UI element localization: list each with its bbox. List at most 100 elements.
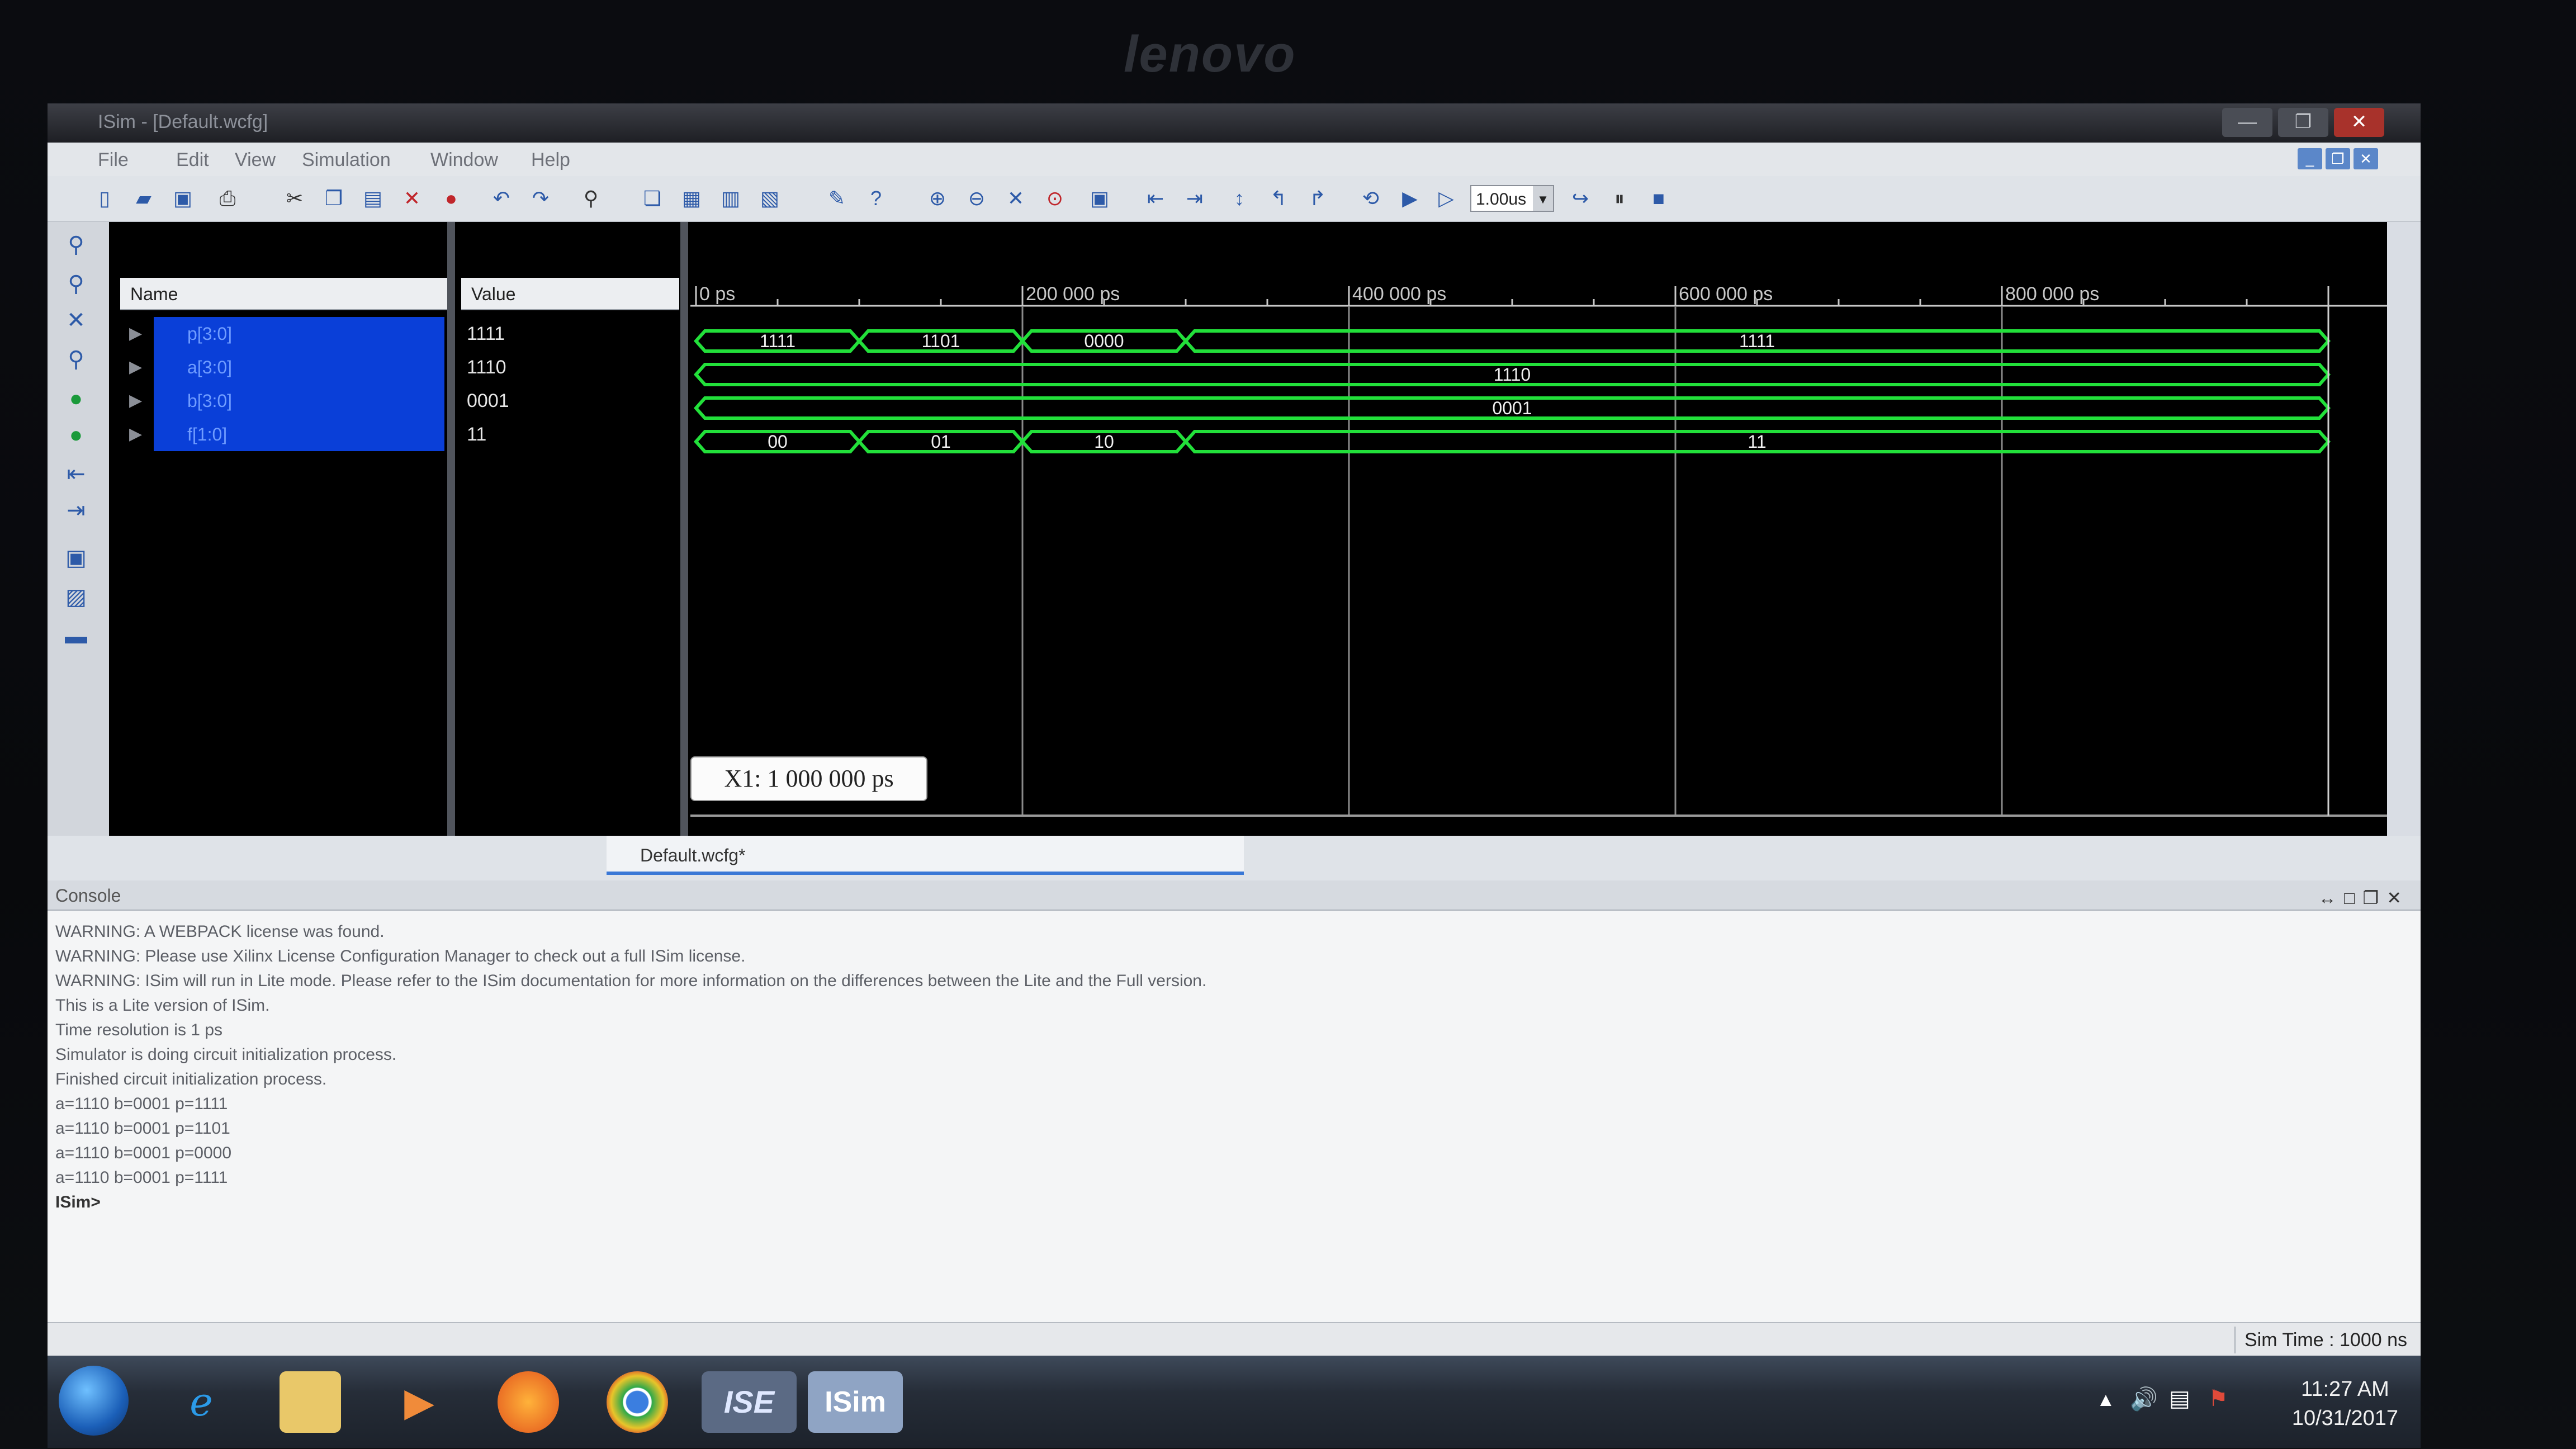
action-center-flag-icon[interactable]: ⚑ [2208,1386,2228,1412]
run-for-icon[interactable]: ▷ [1434,186,1459,211]
mdi-restore-icon[interactable]: ❐ [2326,148,2350,169]
bus-value-label: 11 [1748,432,1766,452]
new-file-icon[interactable]: ▯ [92,186,117,211]
cursor-time-tooltip: X1: 1 000 000 ps [690,756,927,801]
run-all-icon[interactable]: ▶ [1398,186,1422,211]
prev-edge-icon[interactable]: ⇤ [61,460,91,489]
console-output[interactable]: WARNING: A WEBPACK license was found. WA… [55,920,2403,1215]
window-cascade-icon[interactable]: ❏ [640,186,665,211]
window-arrange-icon[interactable]: ▧ [757,186,782,211]
console-window-controls[interactable]: ↔□❐✕ [2318,883,2409,913]
console-line: a=1110 b=0001 p=0000 [55,1144,232,1162]
next-edge-icon[interactable]: ⇥ [61,496,91,525]
expand-arrow-icon[interactable]: ▶ [129,324,142,343]
tab-default-wcfg[interactable]: Default.wcfg* [607,836,1244,875]
media-player-icon[interactable]: ▶ [389,1371,450,1433]
firefox-icon[interactable] [498,1371,559,1433]
zoom-fit-icon[interactable]: ✕ [1003,186,1028,211]
redo-icon[interactable]: ↷ [528,186,553,211]
waveform-plot[interactable]: 0 ps 200 000 ps 400 000 ps 600 000 ps 800 00… [690,222,2387,826]
find-icon[interactable]: ⚲ [579,186,603,211]
restart-icon[interactable]: ⟲ [1358,186,1383,211]
bus-value-label: 00 [768,432,788,452]
stop-icon[interactable]: ● [439,186,463,211]
pane-splitter[interactable] [680,222,688,887]
break-icon[interactable]: ■ [1646,186,1671,211]
step-icon[interactable]: ↪ [1568,186,1593,211]
console-prompt[interactable]: ISim> [55,1190,2403,1215]
console-title: Console [55,886,121,906]
snap-icon[interactable]: ▣ [61,543,91,572]
menu-window[interactable]: Window [430,149,498,171]
prev-marker-icon[interactable]: ↰ [1266,186,1291,211]
zoom-cursor-icon[interactable]: ⊙ [1043,186,1067,211]
zoom-full-icon[interactable]: ▣ [1087,186,1112,211]
next-transition-icon[interactable]: ⇥ [1182,186,1207,211]
signal-row[interactable]: ▶ a[3:0] [120,351,456,384]
add-marker-icon[interactable]: ↕ [1227,186,1252,211]
menu-edit[interactable]: Edit [176,149,209,171]
zoom-in-icon[interactable]: ⊕ [925,186,950,211]
go-start-icon[interactable]: ● [61,384,91,413]
wrench-icon[interactable]: ✎ [825,186,849,211]
next-marker-icon[interactable]: ↱ [1305,186,1330,211]
value-column-header[interactable]: Value [461,278,679,310]
menu-view[interactable]: View [235,149,276,171]
expand-arrow-icon[interactable]: ▶ [129,391,142,410]
menu-simulation[interactable]: Simulation [302,149,391,171]
network-icon[interactable]: ▤ [2169,1386,2190,1412]
mdi-close-icon[interactable]: ✕ [2354,148,2378,169]
cut-icon[interactable]: ✂ [282,186,307,211]
window-split-icon[interactable]: ▥ [718,186,743,211]
menu-bar: File Edit View Simulation Window Help _ … [48,143,2421,176]
close-button[interactable]: ✕ [2334,108,2384,137]
save-icon[interactable]: ▣ [171,186,195,211]
signal-name: f[1:0] [187,424,228,444]
pause-icon[interactable]: ⏸ [1607,186,1632,211]
start-button[interactable] [59,1366,129,1436]
zoom-out-icon[interactable]: ⊖ [964,186,989,211]
swap-cursor-icon[interactable]: ▨ [61,583,91,612]
minimize-button[interactable]: — [2222,108,2272,137]
paste-icon[interactable]: ▤ [361,186,385,211]
run-time-select[interactable]: 1.00us ▼ [1470,185,1554,212]
internet-explorer-icon[interactable]: ℯ [171,1371,232,1433]
help-pointer-icon[interactable]: ? [864,186,888,211]
name-column-header[interactable]: Name [120,278,450,310]
expand-arrow-icon[interactable]: ▶ [129,424,142,444]
signal-row[interactable]: ▶ f[1:0] [120,418,456,451]
pane-splitter[interactable] [447,222,455,887]
console-line: Finished circuit initialization process. [55,1070,327,1088]
prev-transition-icon[interactable]: ⇤ [1143,186,1168,211]
volume-icon[interactable]: 🔊 [2130,1386,2158,1412]
file-explorer-icon[interactable] [280,1371,341,1433]
zoom-cursor-side-icon[interactable]: ⚲ [61,345,91,374]
undo-icon[interactable]: ↶ [489,186,514,211]
signal-row[interactable]: ▶ b[3:0] [120,384,456,418]
zoom-fit-side-icon[interactable]: ✕ [61,306,91,335]
monitor-brand-logo: lenovo [1124,26,1296,83]
expand-arrow-icon[interactable]: ▶ [129,357,142,377]
zoom-out-side-icon[interactable]: ⚲ [61,269,91,299]
mdi-minimize-icon[interactable]: _ [2298,148,2322,169]
taskbar-clock[interactable]: 11:27 AM 10/31/2017 [2292,1375,2398,1433]
ruler-tick-label: 200 000 ps [1026,283,1120,305]
chevron-down-icon[interactable]: ▼ [1533,186,1553,211]
maximize-button[interactable]: ❐ [2278,108,2328,137]
signal-row[interactable]: ▶ p[3:0] [120,317,456,351]
print-icon[interactable]: ⎙ [215,186,240,211]
zoom-in-side-icon[interactable]: ⚲ [61,230,91,259]
menu-help[interactable]: Help [531,149,570,171]
copy-icon[interactable]: ❐ [321,186,346,211]
isim-app-button[interactable]: ISim [808,1371,903,1433]
marker-icon[interactable]: ▬ [61,622,91,651]
ise-app-button[interactable]: ISE [702,1371,797,1433]
run-time-value: 1.00us [1476,190,1527,209]
chrome-icon[interactable] [607,1371,668,1433]
tray-overflow-icon[interactable]: ▲ [2096,1389,2115,1411]
open-folder-icon[interactable]: ▰ [131,186,156,211]
menu-file[interactable]: File [98,149,129,171]
window-tile-icon[interactable]: ▦ [679,186,704,211]
go-end-icon[interactable]: ● [61,420,91,449]
delete-icon[interactable]: ✕ [400,186,424,211]
